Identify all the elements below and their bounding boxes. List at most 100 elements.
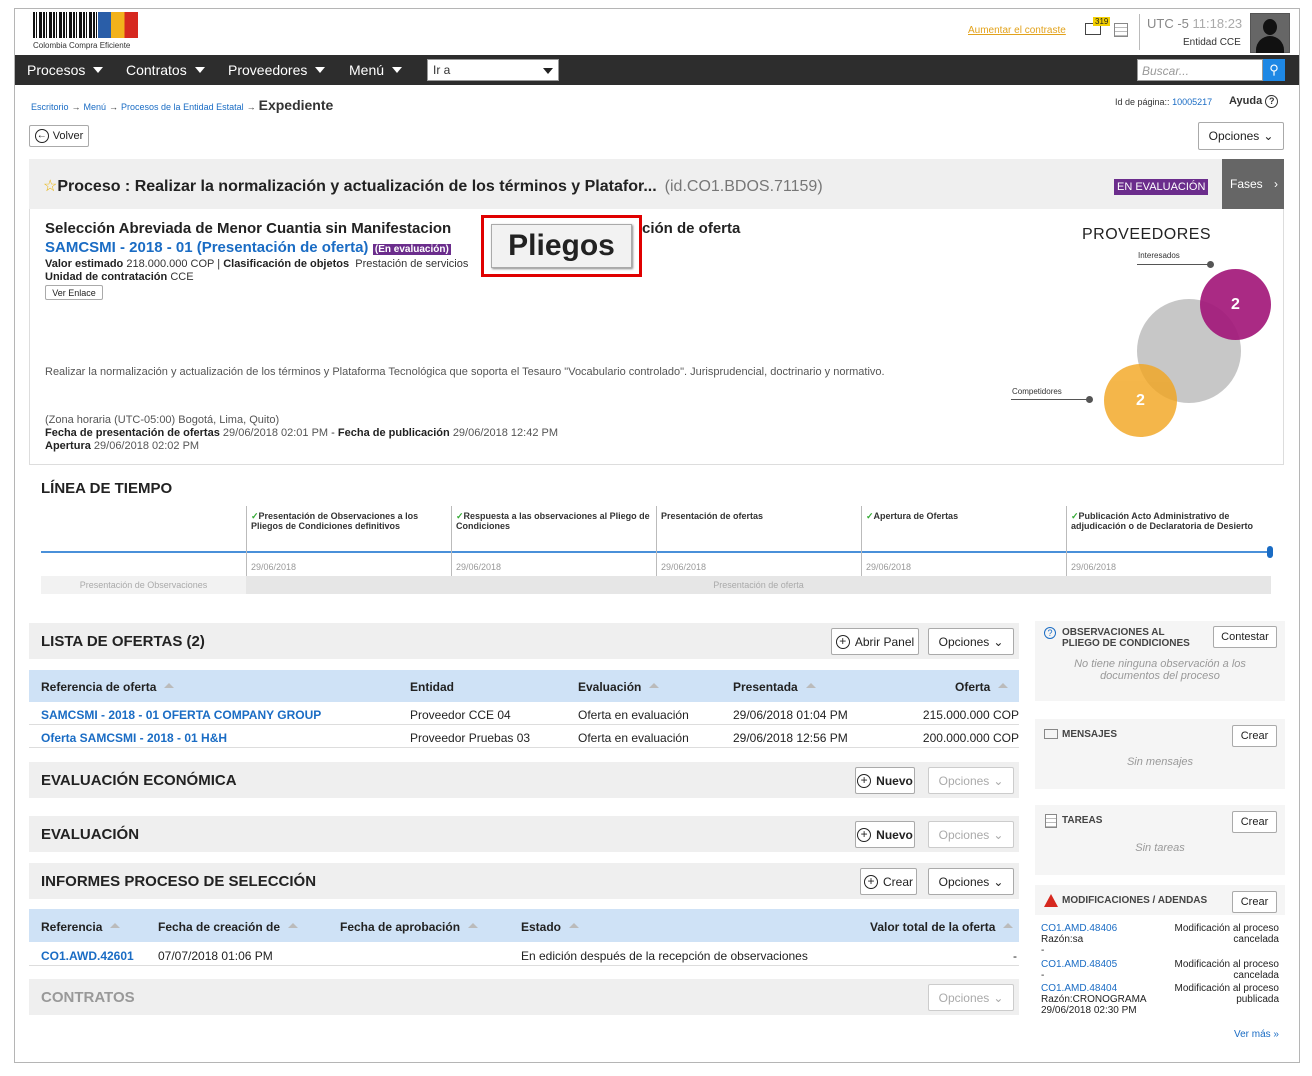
interested-label: Interesados: [1138, 251, 1180, 260]
question-icon: ?: [1044, 627, 1056, 639]
breadcrumb-menu[interactable]: Menú: [84, 102, 107, 112]
report-ref-link[interactable]: CO1.AWD.42601: [41, 949, 134, 963]
offers-options-button[interactable]: Opciones ⌄: [928, 628, 1014, 655]
col-created[interactable]: Fecha de creación de: [158, 920, 299, 934]
options-label: Opciones: [1208, 129, 1260, 143]
goto-select[interactable]: Ir a: [427, 59, 559, 81]
col-amount[interactable]: Oferta: [955, 680, 1009, 694]
chevron-down-icon: ⌄: [993, 990, 1004, 1005]
search-input[interactable]: Buscar...: [1137, 59, 1263, 81]
nav-menu[interactable]: Menú: [349, 62, 403, 78]
reports-create-button[interactable]: + Crear: [860, 868, 917, 895]
amendment-link[interactable]: CO1.AMD.48406: [1041, 923, 1117, 934]
breadcrumb-escritorio[interactable]: Escritorio: [31, 102, 69, 112]
amendment-link[interactable]: CO1.AMD.48405: [1041, 959, 1117, 970]
page-options-button[interactable]: Opciones ⌄: [1198, 122, 1284, 150]
col-date-label: Presentada: [733, 680, 798, 694]
caret-down-icon: [93, 67, 104, 73]
offer-ref-link[interactable]: SAMCSMI - 2018 - 01 OFERTA COMPANY GROUP: [41, 708, 321, 722]
pliegos-button[interactable]: Pliegos: [491, 224, 632, 268]
star-icon[interactable]: ☆: [43, 178, 57, 195]
page-id-value[interactable]: 10005217: [1172, 97, 1212, 107]
pliegos-highlight: Pliegos: [481, 215, 642, 277]
offer-amount: 200.000.000 COP: [922, 731, 1019, 745]
contrast-link[interactable]: Aumentar el contraste: [968, 25, 1066, 36]
sort-icon: [288, 923, 299, 928]
col-reference[interactable]: Referencia: [41, 920, 121, 934]
pub-date: 29/06/2018 12:42 PM: [452, 427, 559, 439]
amendment-reason: Razón:CRONOGRAMA: [1041, 994, 1147, 1005]
economic-eval-panel: EVALUACIÓN ECONÓMICA + Nuevo Opciones ⌄: [29, 762, 1019, 798]
logo[interactable]: Colombia Compra Eficiente: [33, 12, 143, 52]
contracts-options-button[interactable]: Opciones ⌄: [928, 984, 1014, 1011]
event-date: 29/06/2018: [456, 562, 502, 572]
back-button[interactable]: ← Volver: [29, 125, 89, 147]
process-id: (id.CO1.BDOS.71159): [664, 178, 823, 195]
col-status[interactable]: Estado: [521, 920, 580, 934]
col-ref[interactable]: Referencia de oferta: [41, 680, 175, 694]
economic-new-button[interactable]: + Nuevo: [855, 767, 915, 794]
economic-options-button[interactable]: Opciones ⌄: [928, 767, 1014, 794]
col-approved[interactable]: Fecha de aprobación: [340, 920, 479, 934]
offer-entity: Proveedor CCE 04: [410, 708, 511, 722]
process-reference[interactable]: SAMCSMI - 2018 - 01 (Presentación de ofe…: [45, 239, 368, 256]
nav-contratos[interactable]: Contratos: [126, 62, 205, 78]
app-frame: Colombia Compra Eficiente Aumentar el co…: [14, 8, 1300, 1063]
process-info: Selección Abreviada de Menor Cuantia sin…: [29, 209, 1284, 465]
col-eval[interactable]: Evaluación: [578, 680, 660, 694]
economic-eval-title: EVALUACIÓN ECONÓMICA: [41, 772, 237, 789]
check-icon: ✓: [251, 511, 259, 521]
reply-button[interactable]: Contestar: [1213, 626, 1277, 648]
table-row: SAMCSMI - 2018 - 01 OFERTA COMPANY GROUP…: [29, 702, 1019, 725]
value: 218.000.000 COP: [126, 258, 215, 270]
col-total[interactable]: Valor total de la oferta: [870, 920, 1014, 934]
chevron-down-icon: ⌄: [1263, 129, 1274, 143]
new-label: Nuevo: [876, 827, 913, 842]
observations-empty-1: No tiene ninguna observación a los: [1074, 658, 1246, 670]
tasks-create-button[interactable]: Crear: [1232, 811, 1277, 833]
amendment-status-1: Modificación al proceso: [1174, 983, 1280, 994]
messages-create-button[interactable]: Crear: [1232, 725, 1277, 747]
col-date[interactable]: Presentada: [733, 680, 816, 694]
estimated-value: Valor estimado 218.000.000 COP | Clasifi…: [45, 258, 469, 270]
phases-button[interactable]: Fases ›: [1222, 159, 1284, 209]
create-label: Crear: [882, 874, 913, 889]
timeline-event: ✓Publicación Acto Administrativo de adju…: [1066, 506, 1271, 576]
chevron-down-icon: ⌄: [993, 634, 1004, 649]
evaluation-new-button[interactable]: + Nuevo: [855, 821, 915, 848]
check-icon: ✓: [456, 511, 464, 521]
question-icon: ?: [1265, 95, 1279, 108]
caret-down-icon: [392, 67, 403, 73]
see-more-link[interactable]: Ver más »: [1234, 1029, 1279, 1040]
amendment-link[interactable]: CO1.AMD.48404: [1041, 983, 1117, 994]
help-link[interactable]: Ayuda ?: [1229, 95, 1279, 108]
tasks-widget: TAREAS Crear Sin tareas: [1035, 805, 1285, 875]
timeline-event: ✓Presentación de Observaciones a los Pli…: [246, 506, 451, 576]
amendment-status: Modificación al proceso cancelada: [1175, 923, 1280, 945]
view-link-button[interactable]: Ver Enlace: [45, 285, 103, 300]
event-label: Publicación Acto Administrativo de adjud…: [1071, 511, 1254, 531]
amendments-create-button[interactable]: Crear: [1232, 891, 1277, 913]
dropdown-arrow-icon: [543, 68, 553, 74]
nav-procesos[interactable]: Procesos: [27, 62, 104, 78]
breadcrumb-procesos[interactable]: Procesos de la Entidad Estatal: [121, 102, 244, 112]
open-panel-button[interactable]: + Abrir Panel: [831, 628, 919, 655]
document-icon[interactable]: [1114, 23, 1128, 37]
offer-ref-link[interactable]: Oferta SAMCSMI - 2018 - 01 H&H: [41, 731, 227, 745]
amendment-status-2: cancelada: [1233, 970, 1279, 981]
amendment-reason: -: [1041, 970, 1045, 981]
col-ref-label: Referencia de oferta: [41, 680, 157, 694]
sort-icon: [110, 923, 121, 928]
chevron-down-icon: ⌄: [993, 827, 1004, 842]
amendment-status: Modificación al proceso cancelada: [1175, 959, 1280, 981]
amendment-status-2: publicada: [1236, 994, 1279, 1005]
search-button[interactable]: ⚲: [1263, 59, 1285, 81]
reports-options-button[interactable]: Opciones ⌄: [928, 868, 1014, 895]
table-row: CO1.AWD.42601 07/07/2018 01:06 PM En edi…: [29, 942, 1019, 966]
nav-proveedores[interactable]: Proveedores: [228, 62, 326, 78]
timeline-title: LÍNEA DE TIEMPO: [41, 480, 173, 497]
evaluation-options-button[interactable]: Opciones ⌄: [928, 821, 1014, 848]
plus-circle-icon: +: [857, 827, 872, 842]
search-icon: ⚲: [1269, 62, 1279, 77]
avatar[interactable]: [1250, 13, 1290, 53]
